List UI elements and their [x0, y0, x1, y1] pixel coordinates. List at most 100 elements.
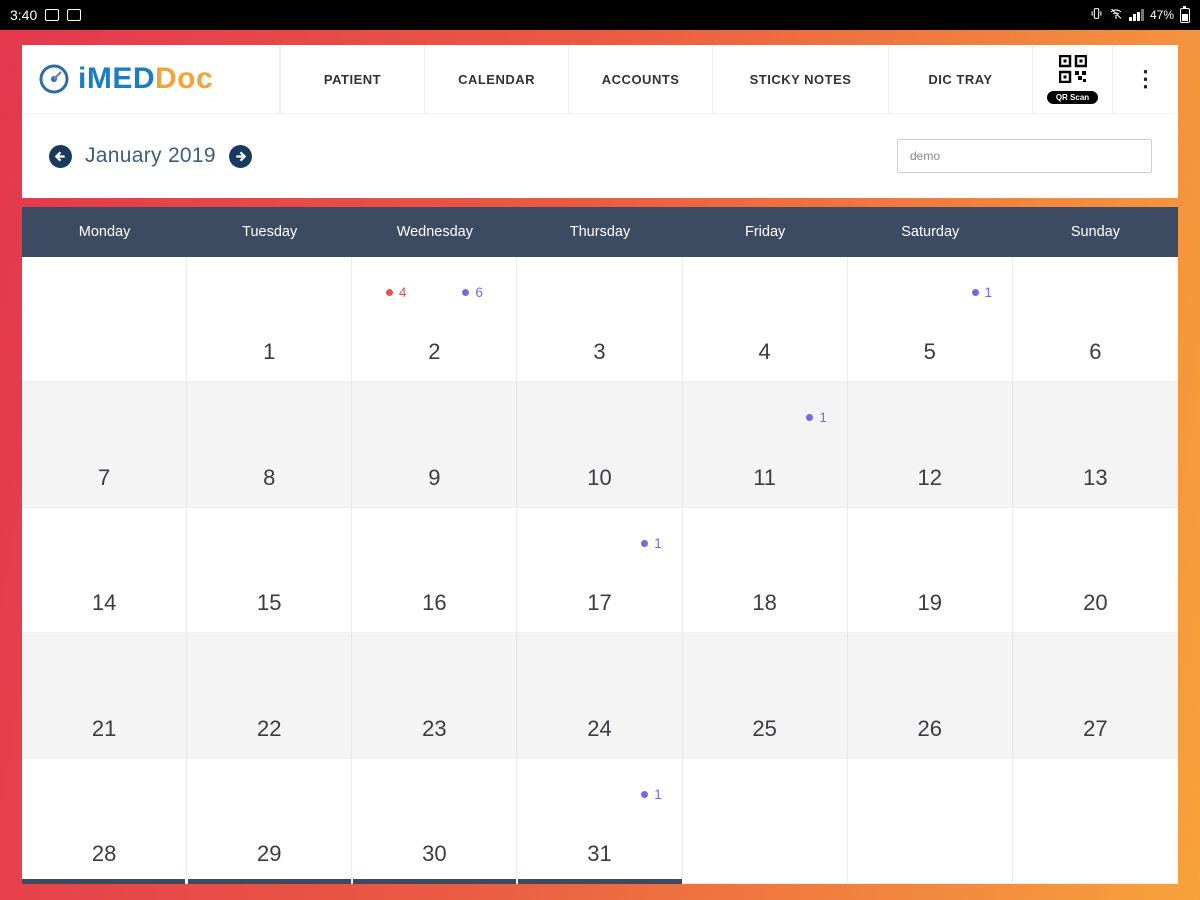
calendar-cell[interactable]: 21	[22, 633, 188, 759]
logo-doc: Doc	[155, 62, 214, 95]
day-number: 5	[923, 339, 936, 365]
weekday-thursday: Thursday	[569, 224, 631, 240]
wifi-off-icon	[1109, 7, 1123, 23]
app-logo[interactable]: iMEDDoc	[22, 45, 280, 113]
calendar-cell[interactable]: 4	[682, 257, 848, 383]
nav-item-patient[interactable]: PATIENT	[280, 45, 424, 113]
day-number: 17	[587, 590, 612, 616]
weekday-sunday: Sunday	[1070, 224, 1120, 240]
day-number: 14	[91, 590, 117, 616]
calendar-cell[interactable]	[682, 758, 848, 884]
calendar-cell[interactable]: 1 11	[682, 382, 848, 508]
event-dot-icon	[462, 289, 470, 296]
day-number: 27	[1083, 715, 1108, 741]
event-badge[interactable]: 1	[641, 536, 662, 551]
day-number: 4	[758, 339, 771, 365]
calendar-cell[interactable]: 10	[517, 382, 683, 508]
day-number: 3	[593, 339, 606, 365]
calendar-cell[interactable]: 1	[187, 257, 353, 383]
month-title: January 2019	[85, 144, 216, 167]
day-number: 20	[1083, 590, 1108, 616]
weekday-header: Monday Tuesday Wednesday Thursday Friday…	[22, 207, 1178, 257]
calendar-cell[interactable]: 13	[1012, 382, 1178, 508]
day-number: 10	[587, 464, 612, 490]
calendar-cell[interactable]: 16	[352, 507, 518, 634]
calendar-cell[interactable]: 22	[187, 633, 353, 759]
status-bar: 3:40 47%	[0, 0, 1200, 30]
calendar-cell[interactable]: 26	[847, 633, 1013, 759]
calendar-cell[interactable]: 18	[682, 507, 848, 634]
overflow-menu-button[interactable]: ⋮	[1112, 45, 1178, 113]
calendar-cell[interactable]: 12	[847, 382, 1013, 508]
nav-item-calendar[interactable]: CALENDAR	[424, 45, 568, 113]
calendar-cell[interactable]: 8	[187, 382, 353, 508]
calendar-cell[interactable]: 24	[517, 633, 683, 759]
event-count: 1	[984, 285, 993, 300]
calendar-cell[interactable]: 25	[682, 633, 848, 759]
nav-item-sticky-notes[interactable]: STICKY NOTES	[712, 45, 888, 113]
day-number: 16	[422, 590, 447, 616]
event-badge[interactable]: 1	[641, 787, 662, 802]
calendar-cell[interactable]: 9	[352, 382, 518, 508]
calendar-cell[interactable]: 23	[352, 633, 518, 759]
event-dot-icon	[641, 790, 649, 798]
day-number: 18	[752, 590, 777, 616]
day-number: 13	[1083, 464, 1108, 490]
calendar-cell[interactable]: 15	[187, 507, 353, 634]
event-dot-icon	[385, 289, 393, 296]
app-header: iMEDDoc PATIENT CALENDAR ACCOUNTS STICKY…	[22, 45, 1178, 113]
search-input[interactable]	[897, 139, 1152, 173]
nav-item-accounts[interactable]: ACCOUNTS	[568, 45, 712, 113]
event-badge[interactable]: 1	[971, 285, 993, 300]
calendar-cell[interactable]: 1 17	[517, 507, 683, 634]
weekday-tuesday: Tuesday	[242, 224, 298, 240]
next-month-button[interactable]	[228, 144, 253, 169]
calendar-toolbar: January 2019	[22, 113, 1178, 198]
status-time: 3:40	[10, 7, 38, 23]
event-badge[interactable]: 6	[462, 285, 483, 300]
day-number: 23	[422, 715, 447, 741]
event-badge[interactable]: 4	[385, 285, 407, 300]
calendar-cell[interactable]: 1 31	[517, 758, 683, 884]
screenshot-icon	[45, 9, 60, 21]
previous-month-button[interactable]	[48, 144, 73, 169]
day-number: 19	[917, 590, 943, 616]
calendar-cell[interactable]: 6	[1012, 257, 1178, 383]
qr-scan-button[interactable]: QR Scan	[1032, 45, 1112, 113]
day-number: 8	[263, 464, 276, 490]
day-number: 7	[97, 464, 111, 490]
calendar-cell[interactable]: 3	[517, 257, 683, 383]
calendar-cell[interactable]: 30	[352, 758, 518, 884]
calendar-cell[interactable]: 7	[22, 382, 188, 508]
day-number: 11	[753, 464, 777, 490]
qr-code-icon	[1058, 54, 1087, 88]
calendar-cell[interactable]	[1012, 758, 1178, 884]
event-dot-icon	[806, 414, 814, 422]
weekday-friday: Friday	[744, 224, 786, 240]
calendar-cell[interactable]: 19	[847, 507, 1013, 634]
day-number: 9	[428, 464, 441, 490]
day-number: 25	[752, 715, 777, 741]
qr-scan-label: QR Scan	[1046, 90, 1099, 104]
day-number: 1	[263, 339, 276, 365]
calendar-cell[interactable]: 20	[1012, 507, 1178, 634]
weekday-wednesday: Wednesday	[396, 224, 473, 240]
nav-item-dic-tray[interactable]: DIC TRAY	[887, 45, 1032, 113]
calendar-cell[interactable]	[22, 257, 188, 383]
calendar-cell[interactable]: 27	[1012, 633, 1178, 759]
calendar-cell[interactable]: 14	[22, 507, 188, 634]
calendar-cell[interactable]: 15	[847, 257, 1013, 383]
event-dot-icon	[641, 539, 649, 547]
calendar-cell[interactable]	[847, 758, 1013, 884]
main-nav: PATIENT CALENDAR ACCOUNTS STICKY NOTES D…	[280, 45, 1178, 113]
calendar-cell[interactable]: 29	[187, 758, 353, 884]
event-count: 4	[398, 285, 407, 300]
day-number: 22	[256, 715, 282, 741]
logo-text: iMEDDoc	[78, 62, 213, 96]
calendar-grid: 1 4 6 2 3 4 1 5 6 7 8 9 10 1 11 12 13 14 15 16 1 17 18 19 20 21 22…	[22, 257, 1178, 884]
calendar-cell[interactable]: 28	[22, 758, 188, 884]
event-count: 1	[819, 410, 827, 426]
event-badge[interactable]: 1	[806, 410, 827, 425]
day-number: 30	[422, 841, 447, 866]
calendar-cell[interactable]: 462	[352, 257, 518, 383]
